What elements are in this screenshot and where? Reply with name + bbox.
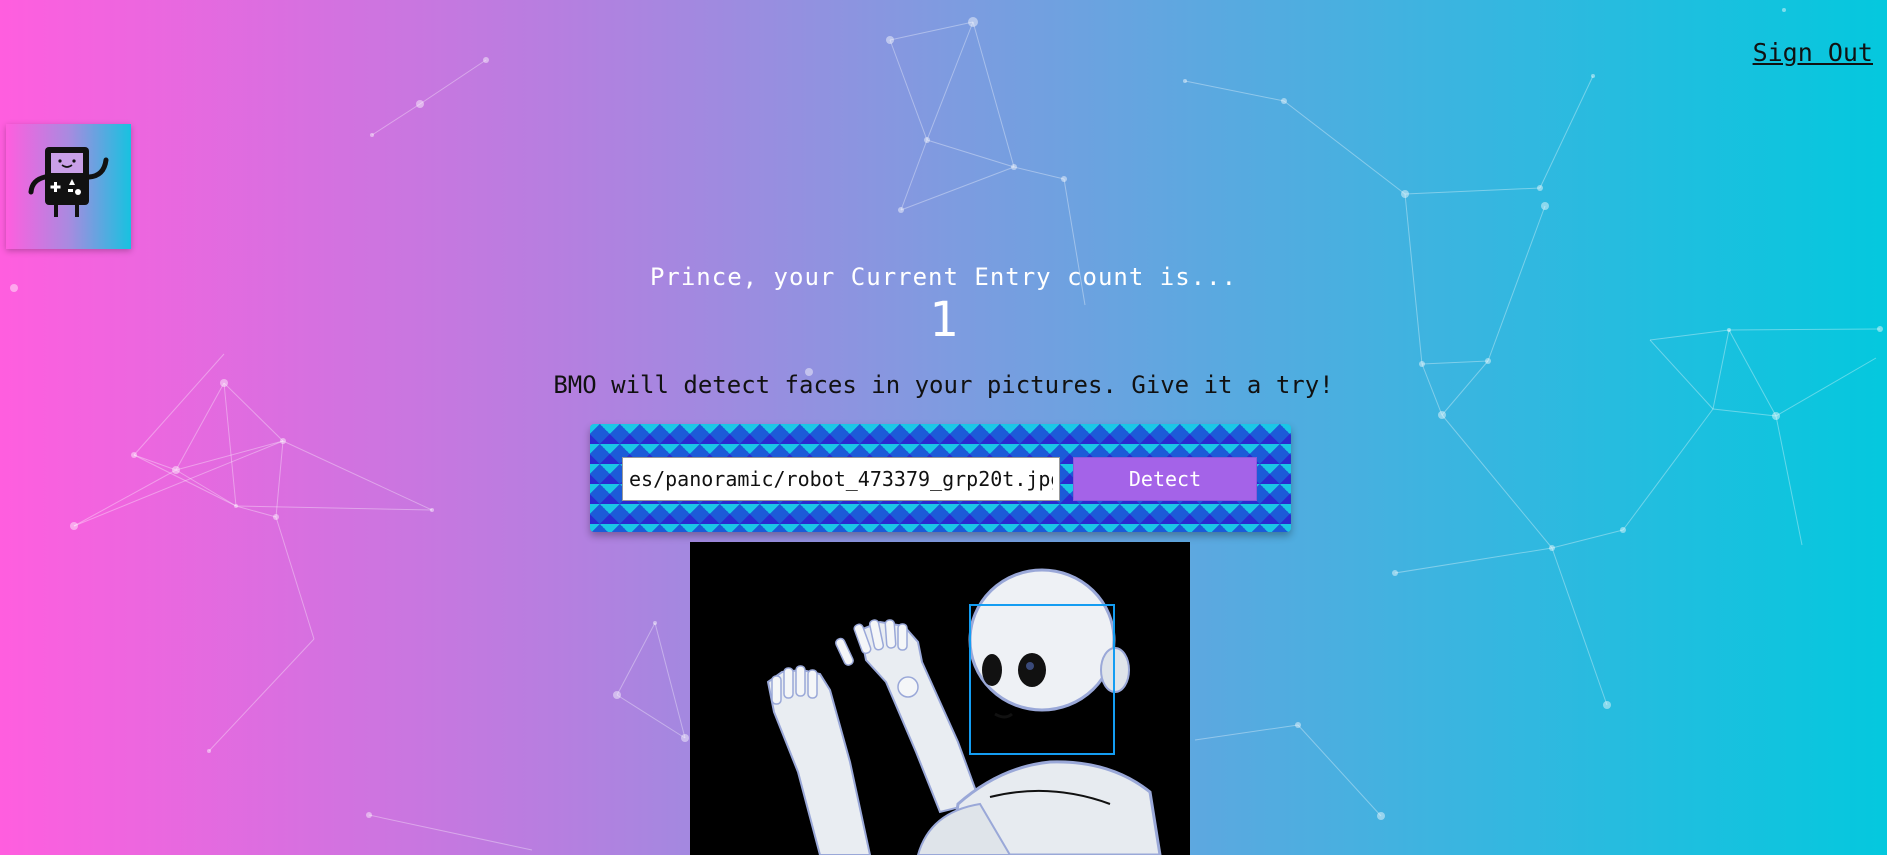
- result-image: [690, 542, 1190, 855]
- detect-button[interactable]: Detect: [1073, 457, 1257, 501]
- logo: [6, 124, 131, 249]
- image-url-input[interactable]: [622, 457, 1060, 501]
- sign-out-link[interactable]: Sign Out: [1753, 38, 1873, 67]
- robot-photo: [690, 542, 1190, 855]
- image-url-form: Detect: [590, 424, 1291, 532]
- face-bounding-box: [969, 604, 1115, 755]
- tagline: BMO will detect faces in your pictures. …: [553, 371, 1334, 399]
- bmo-robot-icon: [28, 147, 109, 217]
- entry-count: 1: [929, 292, 958, 348]
- entry-greeting: Prince, your Current Entry count is...: [649, 263, 1238, 291]
